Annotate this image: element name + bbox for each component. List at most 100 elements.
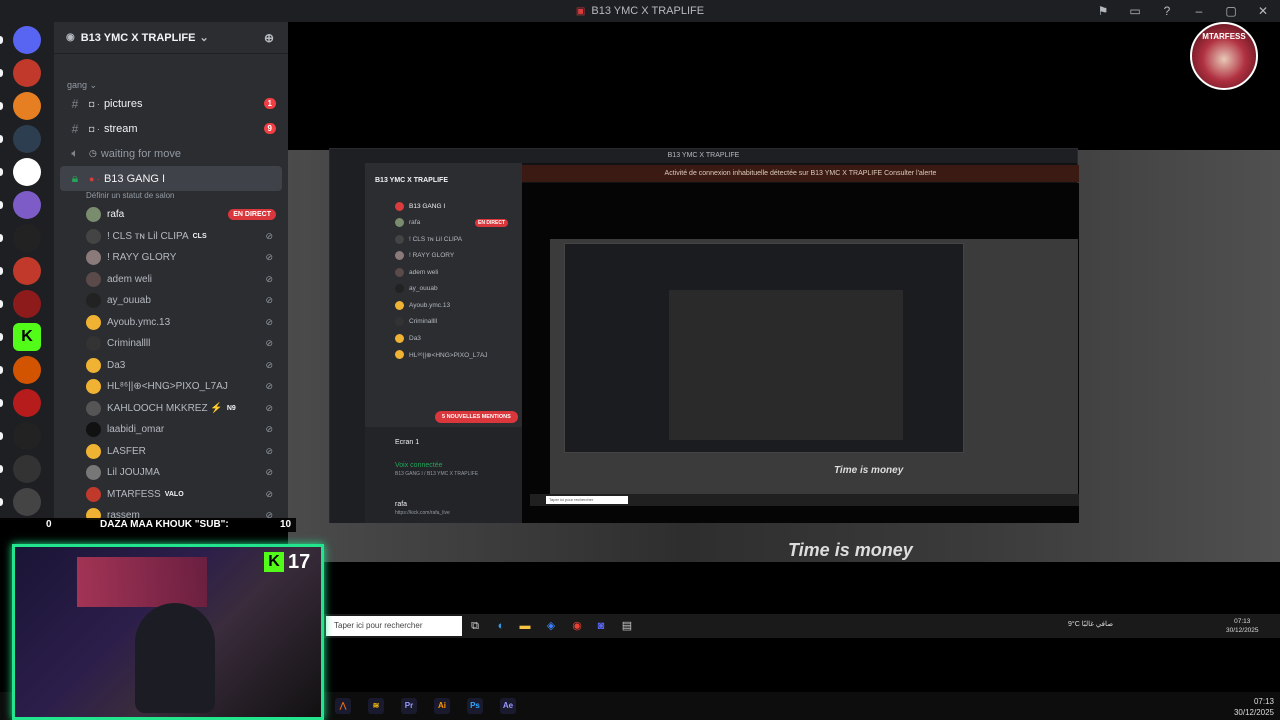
nested-screen: Time is money xyxy=(550,239,1078,499)
server-icon[interactable] xyxy=(13,224,41,252)
channel-name: stream xyxy=(103,122,138,135)
channel-b13-gang[interactable]: 🔒︎ ● · B13 GANG I xyxy=(60,166,282,191)
voice-user[interactable]: HL⁸⁶||⊕<HNG>PIXO_L7AJ ⊘ xyxy=(54,376,288,398)
voice-user[interactable]: MTARFESS VALO ⊘ xyxy=(54,484,288,506)
store-icon[interactable]: ◈ xyxy=(544,619,558,633)
voice-user-name: HL⁸⁶||⊕<HNG>PIXO_L7AJ xyxy=(107,381,228,393)
maximize-icon[interactable]: ▢ xyxy=(1220,4,1242,18)
unread-pill xyxy=(0,465,3,473)
server-icon[interactable] xyxy=(13,389,41,417)
unread-pill xyxy=(0,333,3,341)
avatar xyxy=(86,443,101,459)
category-label[interactable]: gang ⌄ xyxy=(54,54,288,91)
server-icon[interactable] xyxy=(13,59,41,87)
nested-caption: Time is money xyxy=(834,465,904,476)
live-badge: EN DIRECT xyxy=(475,218,508,227)
sub-goal: 10 xyxy=(280,519,292,530)
channel-name: waiting for move xyxy=(100,147,181,160)
channel-status[interactable]: Définir un statut de salon xyxy=(54,191,288,204)
voice-user[interactable]: rafa EN DIRECT xyxy=(54,204,288,226)
server-icon[interactable] xyxy=(13,191,41,219)
unread-pill xyxy=(0,36,3,44)
minimize-icon[interactable]: – xyxy=(1188,4,1210,18)
user-tag: VALO xyxy=(164,490,184,498)
voice-user[interactable]: LASFER ⊘ xyxy=(54,441,288,463)
server-icon[interactable] xyxy=(13,92,41,120)
screen-share-user: Ayoub.ymc.13 xyxy=(365,297,522,314)
unread-pill xyxy=(0,399,3,407)
add-member-icon[interactable]: ⊕ xyxy=(264,31,274,45)
close-icon[interactable]: ✕ xyxy=(1252,4,1274,18)
taskbar-app-icon[interactable]: ⋀ xyxy=(335,698,351,714)
chrome-icon[interactable]: ◉ xyxy=(570,619,584,633)
voice-user[interactable]: ay_ouuab ⊘ xyxy=(54,290,288,312)
user-name: rafa xyxy=(395,501,408,508)
window-title: B13 YMC X TRAPLIFE xyxy=(591,5,705,17)
muted-mic-icon: ⊘ xyxy=(265,273,276,284)
title-bar-controls: ⚑ ▭ ? – ▢ ✕ xyxy=(1092,0,1274,22)
app-icon[interactable]: ▤ xyxy=(620,619,634,633)
voice-user[interactable]: ! RAYY GLORY ⊘ xyxy=(54,247,288,269)
channel-pictures[interactable]: # ◘ · pictures 1 xyxy=(54,91,288,116)
server-icon[interactable] xyxy=(13,125,41,153)
voice-user[interactable]: Lil JOUJMA ⊘ xyxy=(54,462,288,484)
voice-user[interactable]: ! CLS ᴛɴ Lil CLIPA CLS ⊘ xyxy=(54,226,288,248)
server-icon[interactable] xyxy=(13,290,41,318)
channel-stream[interactable]: # ◘ · stream 9 xyxy=(54,116,288,141)
screen-icon[interactable]: ▭ xyxy=(1124,4,1146,18)
taskbar-app-icon[interactable]: Pr xyxy=(401,698,417,714)
server-icon[interactable] xyxy=(13,422,41,450)
avatar xyxy=(86,336,101,352)
muted-mic-icon: ⊘ xyxy=(265,467,276,478)
voice-user[interactable]: Criminallll ⊘ xyxy=(54,333,288,355)
taskbar-app-icon[interactable]: Ai xyxy=(434,698,450,714)
avatar xyxy=(86,207,101,223)
voice-user[interactable]: KAHLOOCH MKKREZ ⚡ N9 ⊘ xyxy=(54,398,288,420)
voice-user[interactable]: Da3 ⊘ xyxy=(54,355,288,377)
server-icon[interactable] xyxy=(13,26,41,54)
captured-taskbar: Taper ici pour rechercher ⧉ ◐ ▬ ◈ ◉ ◙ ▤ … xyxy=(322,614,1280,638)
taskbar-app-icon[interactable]: Ae xyxy=(500,698,516,714)
edge-icon[interactable]: ◐ xyxy=(494,619,508,633)
screen-share-voice-panel: Ecran 1 Voix connectée B13 GANG I / B13 … xyxy=(365,427,522,523)
folder-icon[interactable]: ▬ xyxy=(518,619,532,633)
unread-pill xyxy=(0,135,3,143)
unread-pill xyxy=(0,234,3,242)
screen-share-server-name: B13 YMC X TRAPLIFE xyxy=(375,177,448,184)
screen-share-user: ! CLS ᴛɴ Lil CLIPA xyxy=(365,231,522,248)
server-icon[interactable] xyxy=(13,455,41,483)
screen-label: Ecran 1 xyxy=(395,439,420,446)
voice-user[interactable]: adem weli ⊘ xyxy=(54,269,288,291)
channel-waiting-for-move[interactable]: 🔈︎ ◷ waiting for move xyxy=(54,141,288,166)
server-icon[interactable] xyxy=(13,158,41,186)
muted-mic-icon: ⊘ xyxy=(265,445,276,456)
voice-user-name: adem weli xyxy=(107,273,153,285)
voice-user-name: Criminallll xyxy=(107,338,151,350)
flag-icon[interactable]: ⚑ xyxy=(1092,4,1114,18)
voice-user-name: ! CLS ᴛɴ Lil CLIPA xyxy=(107,230,189,242)
voice-user[interactable]: Ayoub.ymc.13 ⊘ xyxy=(54,312,288,334)
taskbar-search[interactable]: Taper ici pour rechercher xyxy=(326,616,462,636)
avatar xyxy=(86,357,101,373)
taskbar-app-icon[interactable]: Ps xyxy=(467,698,483,714)
server-icon[interactable]: K xyxy=(13,323,41,351)
server-rail: K xyxy=(0,22,54,520)
screen-share-rail xyxy=(330,163,365,523)
voice-user[interactable]: laabidi_omar ⊘ xyxy=(54,419,288,441)
server-icon[interactable] xyxy=(13,356,41,384)
help-icon[interactable]: ? xyxy=(1156,4,1178,18)
video-caption: Time is money xyxy=(788,540,913,560)
task-view-icon[interactable]: ⧉ xyxy=(468,619,482,633)
server-header[interactable]: ◉ B13 YMC X TRAPLIFE ⌄ ⊕ xyxy=(54,22,288,54)
voice-user-name: Lil JOUJMA xyxy=(107,467,160,479)
server-icon[interactable] xyxy=(13,488,41,516)
voice-connected: Voix connectée xyxy=(395,462,443,469)
alert-banner: Activité de connexion inhabituelle détec… xyxy=(522,165,1079,182)
unread-pill xyxy=(0,102,3,110)
discord-icon[interactable]: ◙ xyxy=(594,619,608,633)
user-tag: N9 xyxy=(226,404,236,412)
server-icon[interactable] xyxy=(13,257,41,285)
taskbar-app-icon[interactable]: ≋ xyxy=(368,698,384,714)
voice-sub: B13 GANG I / B13 YMC X TRAPLIFE xyxy=(395,471,479,477)
unread-pill xyxy=(0,168,3,176)
